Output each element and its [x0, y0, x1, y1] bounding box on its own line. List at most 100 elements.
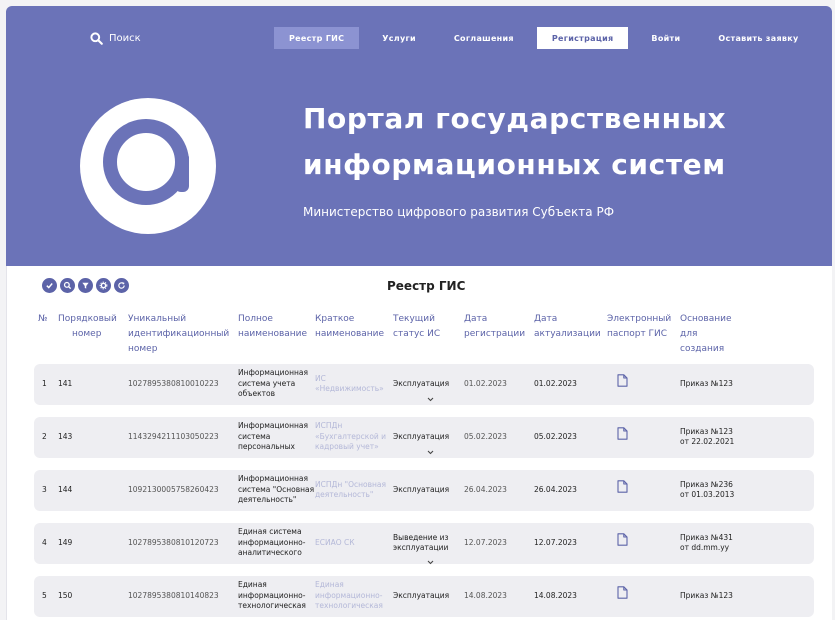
row-short-name: ЕСИАО СК	[315, 538, 355, 549]
row-order: 143	[58, 432, 73, 441]
row-basis: Приказ №123	[680, 379, 733, 390]
nav-login[interactable]: Войти	[636, 27, 695, 49]
top-nav: Реестр ГИС Услуги Соглашения Регистрация…	[274, 27, 814, 49]
table-row[interactable]: 1 141 1027895380810010223 Информационная сис…	[34, 364, 814, 405]
col-basis-header[interactable]: Основание для создания	[680, 312, 732, 357]
col-uid-line: идентификационный	[128, 329, 230, 339]
row-full-name-line: Единая система	[238, 527, 302, 537]
col-full-name-line: наименование	[238, 329, 308, 339]
col-order-line: номер	[72, 329, 102, 339]
col-reg-date-line: Дата	[464, 314, 488, 324]
row-status-line: Эксплуатация	[393, 484, 450, 494]
row-upd-date: 01.02.2023	[534, 379, 577, 388]
row-status-line: Выведение из	[393, 532, 449, 542]
row-basis-line: Приказ №123	[680, 378, 733, 388]
document-icon[interactable]	[617, 427, 628, 440]
table-row[interactable]: 5 150 1027895380810140823 Единая информацион…	[34, 576, 814, 617]
row-short-name-line: технологическая	[315, 601, 383, 611]
search-icon[interactable]	[60, 278, 75, 293]
row-basis: Приказ №123 от 22.02.2021	[680, 427, 734, 448]
document-icon[interactable]	[617, 480, 628, 493]
row-basis-line: от 01.03.2013	[680, 490, 735, 499]
settings-icon[interactable]	[96, 278, 111, 293]
row-uid: 1027895380810120723	[128, 538, 219, 547]
row-short-name-line: ИС	[315, 373, 326, 383]
check-icon[interactable]	[42, 278, 57, 293]
row-order: 141	[58, 379, 73, 388]
row-status: Эксплуатация	[393, 591, 449, 602]
col-reg-date-line: регистрации	[464, 329, 526, 339]
col-upd-date-line: актуализации	[534, 329, 601, 339]
col-uid-line: номер	[128, 344, 158, 354]
row-order: 150	[58, 591, 73, 600]
row-status-line: эксплуатации	[393, 543, 449, 552]
table-row[interactable]: 2 143 1143294211103050223 Информационная сис…	[34, 417, 814, 458]
hero-title: Портал государственных информационных си…	[303, 96, 726, 188]
col-order-header[interactable]: Порядковый номер	[58, 312, 117, 342]
document-icon[interactable]	[617, 586, 628, 599]
row-short-name-line: ИСПДн "Основная	[315, 479, 387, 489]
refresh-icon[interactable]	[114, 278, 129, 293]
col-full-name-header[interactable]: Полное наименование	[238, 312, 307, 342]
row-basis-line: Приказ №123	[680, 590, 733, 600]
nav-registry[interactable]: Реестр ГИС	[274, 27, 360, 49]
chevron-down-icon[interactable]	[427, 560, 434, 565]
nav-services[interactable]: Услуги	[367, 27, 431, 49]
document-icon[interactable]	[617, 374, 628, 387]
table-row[interactable]: 4 149 1027895380810120723 Единая система инф…	[34, 523, 814, 565]
row-basis: Приказ №236 от 01.03.2013	[680, 480, 734, 501]
row-number: 1	[42, 379, 47, 388]
row-uid: 1143294211103050223	[128, 432, 219, 441]
row-full-name-line: Информационная	[238, 421, 309, 431]
nav-registration[interactable]: Регистрация	[536, 27, 629, 49]
row-uid: 1027895380810140823	[128, 591, 219, 600]
col-reg-date-header[interactable]: Дата регистрации	[464, 312, 525, 342]
row-full-name-line: деятельность"	[238, 495, 297, 505]
row-number: 4	[42, 538, 47, 547]
row-status: Эксплуатация	[393, 485, 449, 496]
col-upd-date-header[interactable]: Дата актуализации	[534, 312, 601, 342]
chevron-down-icon[interactable]	[427, 397, 434, 402]
row-full-name-line: аналитического	[238, 548, 302, 558]
row-upd-date: 05.02.2023	[534, 432, 577, 441]
row-short-name-line: Единая	[315, 580, 344, 590]
search-control[interactable]: Поиск	[90, 32, 141, 45]
document-icon[interactable]	[617, 533, 628, 546]
row-short-name-line: информационно-	[315, 590, 383, 600]
col-basis-line: создания	[680, 344, 725, 354]
row-order: 144	[58, 485, 73, 494]
row-full-name: Информационная система учета объектов	[238, 368, 308, 400]
nav-agreements[interactable]: Соглашения	[439, 27, 529, 49]
row-basis-line: Приказ №236	[680, 479, 733, 489]
col-short-name-header[interactable]: Краткое наименование	[315, 312, 384, 342]
row-full-name-line: система учета	[238, 378, 296, 388]
col-uid-header[interactable]: Уникальный идентификационный номер	[128, 312, 229, 357]
table-row[interactable]: 3 144 1092130005758260423 Информационная сис…	[34, 470, 814, 511]
registry-panel: Реестр ГИС № Порядковый номер Уникальный…	[6, 266, 832, 620]
row-short-name: ИСПДн «Бухгалтерской и кадровый учет»	[315, 421, 386, 453]
portal-page: Поиск Реестр ГИС Услуги Соглашения Регис…	[0, 0, 835, 620]
search-icon	[90, 32, 103, 45]
row-status: Эксплуатация	[393, 379, 449, 390]
row-number: 5	[42, 591, 47, 600]
row-short-name-line: деятельность"	[315, 490, 374, 499]
registry-title: Реестр ГИС	[387, 279, 466, 293]
nav-leave-request[interactable]: Оставить заявку	[703, 27, 813, 49]
col-short-name-line: Краткое	[315, 314, 355, 324]
row-basis: Приказ №431 от dd.mm.yy	[680, 533, 733, 554]
col-passport-header[interactable]: Электронный паспорт ГИС	[607, 312, 671, 342]
col-passport-line: Электронный	[607, 314, 672, 324]
row-reg-date: 05.02.2023	[464, 432, 507, 441]
col-status-header[interactable]: Текущий статус ИС	[393, 312, 440, 342]
chevron-down-icon[interactable]	[427, 450, 434, 455]
row-upd-date: 12.07.2023	[534, 538, 577, 547]
row-full-name: Единая система информационно-аналитическо…	[238, 527, 305, 559]
row-uid: 1027895380810010223	[128, 379, 219, 388]
col-basis-line: для	[680, 329, 698, 339]
filter-icon[interactable]	[78, 278, 93, 293]
row-upd-date: 26.04.2023	[534, 485, 577, 494]
col-full-name-line: Полное	[238, 314, 273, 324]
row-upd-date: 14.08.2023	[534, 591, 577, 600]
row-short-name-line: кадровый учет»	[315, 442, 379, 452]
col-order-line: Порядковый	[58, 314, 117, 324]
